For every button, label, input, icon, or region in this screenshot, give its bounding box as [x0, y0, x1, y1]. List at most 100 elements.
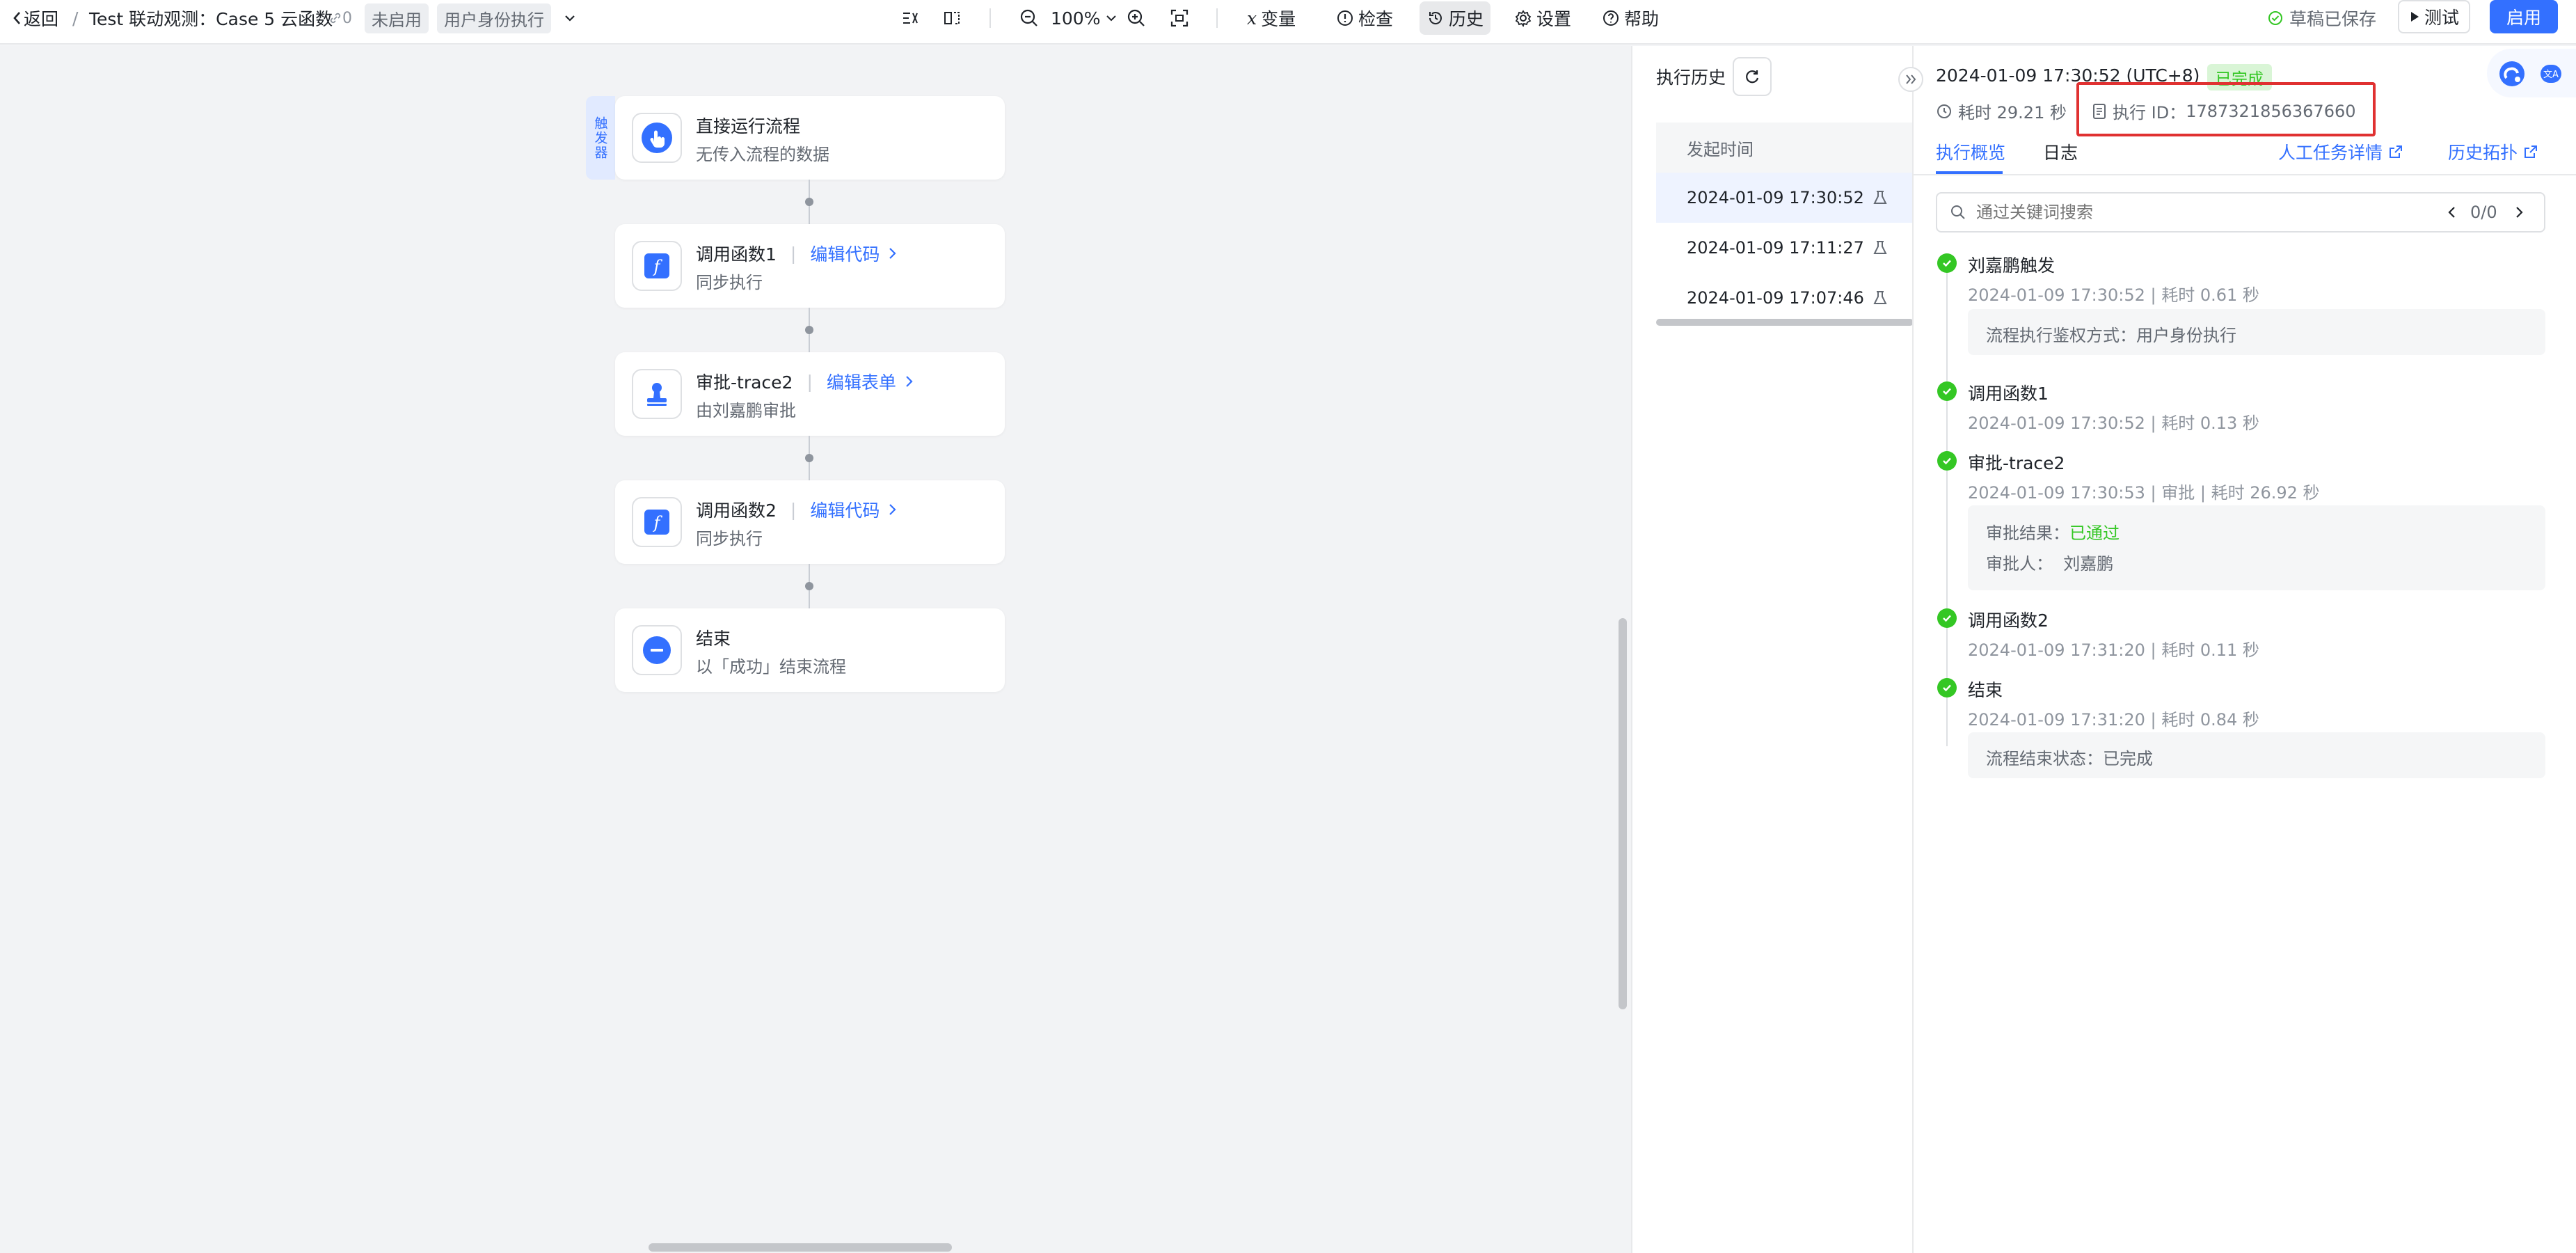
- flow-node-trigger[interactable]: 直接运行流程 无传入流程的数据: [615, 96, 1005, 180]
- collapse-panel-button[interactable]: [1898, 67, 1923, 92]
- node-title: 调用函数1: [696, 244, 777, 265]
- double-chevron-right-icon: [1904, 73, 1918, 86]
- check-button[interactable]: 检查: [1336, 0, 1393, 36]
- timeline-step-title: 结束: [1968, 680, 2003, 700]
- flow-node-function1[interactable]: f 调用函数1 | 编辑代码 同步执行: [615, 224, 1005, 308]
- add-node-point[interactable]: [805, 582, 813, 590]
- timeline-step-meta: 2024-01-09 17:31:20 | 耗时 0.84 秒: [1968, 710, 2259, 730]
- node-title: 直接运行流程: [696, 116, 801, 136]
- gear-icon: [1514, 9, 1532, 27]
- link-count: 0: [328, 0, 352, 36]
- node-title: 调用函数2: [696, 501, 777, 521]
- flow-canvas[interactable]: 触发器 直接运行流程 无传入流程的数据 f 调用函数1 | 编辑代码 同步执行 …: [0, 46, 1631, 1253]
- edit-form-link[interactable]: 编辑表单: [827, 369, 896, 394]
- timeline-step-title: 刘嘉鹏触发: [1968, 255, 2056, 276]
- edit-code-link[interactable]: 编辑代码: [810, 241, 880, 266]
- flow-node-end[interactable]: 结束 以「成功」结束流程: [615, 608, 1005, 692]
- check-circle-icon: [1937, 678, 1957, 698]
- history-horizontal-scrollbar[interactable]: [1656, 319, 1914, 326]
- canvas-horizontal-scrollbar[interactable]: [649, 1243, 952, 1252]
- help-circle-icon: [1602, 9, 1620, 27]
- flow-node-approval[interactable]: 审批-trace2 | 编辑表单 由刘嘉鹏审批: [615, 352, 1005, 436]
- tab-log[interactable]: 日志: [2043, 139, 2078, 164]
- zoom-in-button[interactable]: [1126, 0, 1147, 36]
- history-label: 历史: [1449, 9, 1484, 29]
- status-tag: 未启用: [365, 3, 429, 33]
- layout-icon: [900, 8, 920, 28]
- enable-button[interactable]: 启用: [2490, 0, 2559, 33]
- execution-id-label: 执行 ID：: [2113, 103, 2186, 123]
- duration-value: 耗时 29.21 秒: [1958, 103, 2067, 123]
- history-row-time: 2024-01-09 17:11:27: [1687, 238, 1864, 258]
- add-node-point[interactable]: [805, 326, 813, 334]
- canvas-vertical-scrollbar[interactable]: [1619, 618, 1627, 1009]
- check-label: 检查: [1358, 9, 1394, 29]
- saved-label: 草稿已保存: [2289, 9, 2377, 29]
- tab-overview[interactable]: 执行概览: [1936, 139, 2005, 164]
- check-circle-icon: [1937, 608, 1957, 628]
- variables-button[interactable]: 𝑥 变量: [1247, 0, 1296, 36]
- breadcrumb-separator: /: [72, 8, 79, 29]
- hand-pointer-icon: [632, 113, 682, 163]
- auto-layout-button[interactable]: [900, 0, 920, 36]
- approver: 审批人： 刘嘉鹏: [1986, 554, 2114, 574]
- history-row-time: 2024-01-09 17:07:46: [1687, 288, 1864, 308]
- node-title-row: 调用函数1 | 编辑代码: [696, 241, 898, 266]
- function-icon: f: [632, 241, 682, 291]
- add-node-point[interactable]: [805, 198, 813, 206]
- help-button[interactable]: 帮助: [1602, 0, 1659, 36]
- translate-icon[interactable]: 文A: [2540, 64, 2562, 84]
- execution-id[interactable]: 执行 ID： 1787321856367660: [2092, 99, 2356, 123]
- zoom-in-icon: [1126, 8, 1147, 29]
- node-title-row: 审批-trace2 | 编辑表单: [696, 369, 914, 394]
- svg-text:文A: 文A: [2543, 70, 2559, 80]
- chevron-right-icon: [905, 375, 914, 388]
- timeline-step-meta: 2024-01-09 17:31:20 | 耗时 0.11 秒: [1968, 640, 2259, 660]
- previous-match-button[interactable]: [2445, 204, 2459, 221]
- floating-assistant[interactable]: 文A: [2487, 49, 2576, 97]
- node-subtitle: 由刘嘉鹏审批: [696, 401, 796, 420]
- search-input[interactable]: [1976, 200, 2394, 224]
- back-button[interactable]: 返回: [11, 0, 58, 36]
- flask-icon: [1873, 239, 1888, 256]
- timeline-step-detail: 流程结束状态：已完成: [1968, 732, 2545, 778]
- search-icon: [1950, 204, 1966, 221]
- zoom-select[interactable]: 100%: [1051, 0, 1118, 36]
- chevron-right-icon: [888, 246, 898, 260]
- variables-label: 变量: [1261, 9, 1296, 29]
- add-node-point[interactable]: [805, 454, 813, 462]
- history-row[interactable]: 2024-01-09 17:30:52: [1656, 173, 1914, 223]
- history-row[interactable]: 2024-01-09 17:11:27: [1656, 223, 1914, 273]
- save-status: 草稿已保存: [2267, 0, 2376, 36]
- next-match-button[interactable]: [2512, 204, 2526, 221]
- timeline-line: [1946, 266, 1948, 746]
- node-title: 审批-trace2: [696, 372, 793, 393]
- external-link-icon: [2523, 144, 2538, 159]
- test-button[interactable]: 测试: [2398, 0, 2471, 33]
- edit-code-link[interactable]: 编辑代码: [810, 497, 880, 522]
- play-icon: [2409, 10, 2420, 24]
- chevron-down-icon: [562, 10, 578, 26]
- assistant-logo-icon: [2498, 60, 2526, 88]
- flow-node-function2[interactable]: f 调用函数2 | 编辑代码 同步执行: [615, 480, 1005, 564]
- check-circle-icon: [1937, 253, 1957, 273]
- back-label: 返回: [24, 9, 59, 29]
- refresh-button[interactable]: [1733, 57, 1772, 96]
- approval-result-value: 已通过: [2069, 523, 2120, 543]
- trigger-tab-label: 触发器: [586, 96, 615, 180]
- auth-dropdown[interactable]: [562, 0, 578, 36]
- minimap-button[interactable]: [942, 0, 962, 36]
- history-topology-label: 历史拓扑: [2448, 143, 2518, 163]
- history-button[interactable]: 历史: [1420, 1, 1491, 35]
- fit-view-button[interactable]: [1169, 0, 1190, 36]
- approval-stamp-icon: [632, 369, 682, 419]
- variable-icon: 𝑥: [1247, 8, 1257, 29]
- node-subtitle: 以「成功」结束流程: [696, 657, 846, 677]
- external-link-icon: [2388, 144, 2403, 159]
- function-icon: f: [632, 497, 682, 547]
- settings-button[interactable]: 设置: [1514, 0, 1571, 36]
- zoom-out-button[interactable]: [1019, 0, 1040, 36]
- history-row[interactable]: 2024-01-09 17:07:46: [1656, 273, 1914, 323]
- manual-task-link[interactable]: 人工任务详情: [2278, 139, 2403, 164]
- history-topology-link[interactable]: 历史拓扑: [2448, 139, 2538, 164]
